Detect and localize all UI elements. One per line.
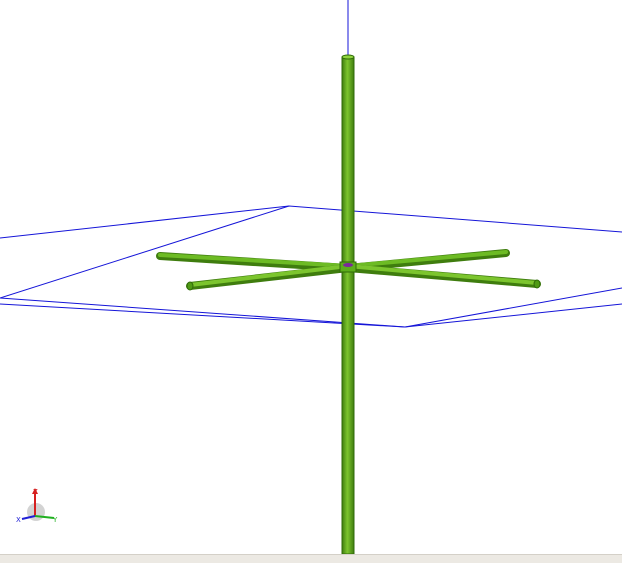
- ground-radials-front: [186, 264, 541, 291]
- z-axis-label: Z: [33, 488, 38, 496]
- axis-triad: Z X Y: [16, 488, 58, 524]
- ground-radials: [156, 249, 510, 272]
- x-axis-label: X: [16, 516, 21, 524]
- 3d-viewport[interactable]: Z X Y: [0, 0, 622, 555]
- vertical-radiator: [341, 54, 355, 555]
- wire-box: [0, 0, 622, 328]
- y-axis-label: Y: [52, 516, 58, 524]
- scene-canvas[interactable]: Z X Y: [0, 0, 622, 555]
- feed-point: [339, 261, 357, 273]
